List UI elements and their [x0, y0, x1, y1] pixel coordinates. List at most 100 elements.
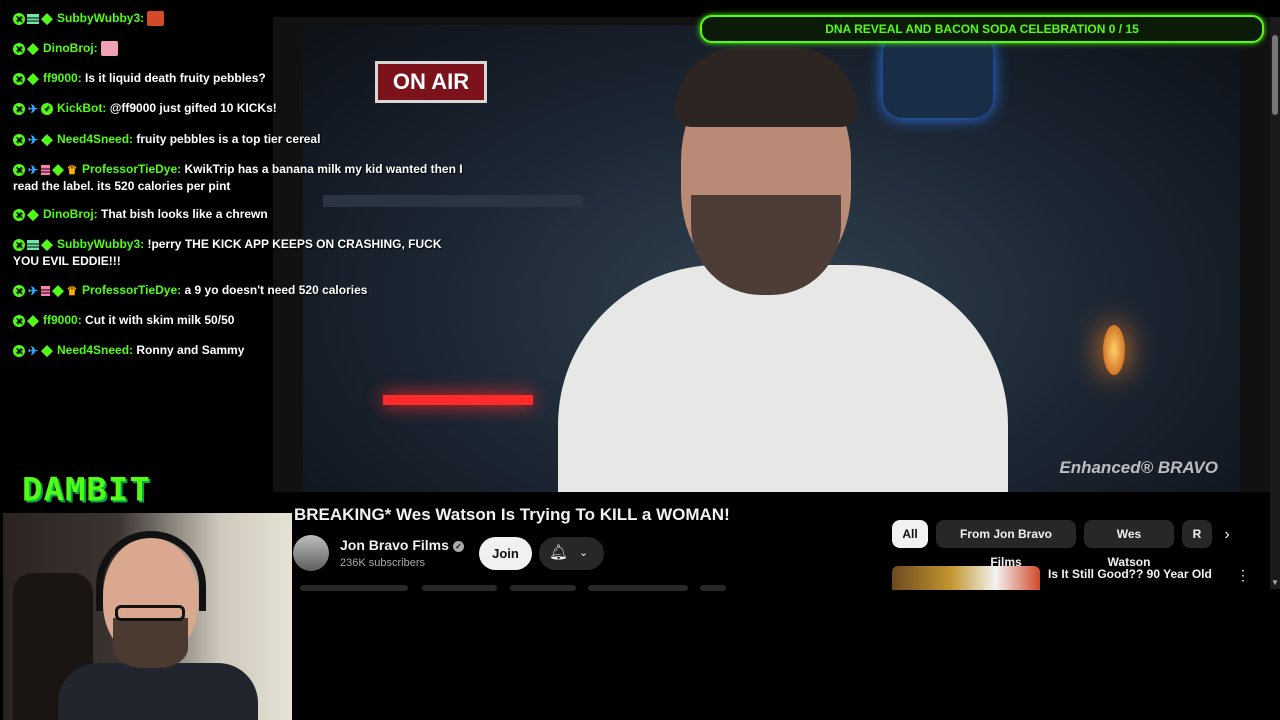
- mod-badge-icon: ✕: [13, 43, 25, 56]
- vip-badge-icon: [27, 240, 39, 251]
- presenter-body: [558, 265, 1008, 492]
- chat-badges: ✕ ✈: [13, 342, 55, 359]
- chat-username[interactable]: Need4Sneed:: [57, 132, 133, 146]
- pig-emote: [101, 41, 118, 57]
- chat-username[interactable]: DinoBroj:: [43, 41, 98, 55]
- chat-username[interactable]: SubbyWubby3:: [57, 237, 144, 251]
- og-badge-icon: ✈: [27, 344, 39, 359]
- sub-badge-icon: [27, 43, 39, 56]
- scrollbar-thumb[interactable]: [1272, 35, 1278, 115]
- chat-badges: ✕: [13, 40, 41, 57]
- action-placeholder: [300, 585, 408, 591]
- channel-name-text[interactable]: Jon Bravo Films: [340, 537, 449, 553]
- sub-badge-icon: [27, 73, 39, 86]
- mod-badge-icon: ✕: [13, 315, 25, 328]
- crown-icon: ♛: [66, 284, 78, 299]
- chat-text: Cut it with skim milk 50/50: [85, 313, 235, 327]
- chat-message: ✕ ✈ ♛ ProfessorTieDye: a 9 yo doesn't need …: [13, 282, 468, 299]
- sub-badge-icon: [41, 345, 53, 358]
- chip-truncated[interactable]: R: [1182, 520, 1212, 548]
- chat-username[interactable]: ff9000:: [43, 71, 82, 85]
- chat-badges: ✕: [13, 312, 41, 329]
- recommended-title[interactable]: Is It Still Good?? 90 Year Old: [1048, 566, 1228, 590]
- scroll-down-icon[interactable]: ▼: [1270, 578, 1280, 590]
- channel-name[interactable]: Jon Bravo Films ✓: [340, 535, 464, 555]
- mod-badge-icon: ✕: [13, 164, 25, 177]
- action-placeholder: [588, 585, 688, 591]
- verified-badge-icon: ✓: [41, 103, 53, 116]
- chat-username[interactable]: SubbyWubby3:: [57, 11, 144, 25]
- chat-message: ✕ DinoBroj:: [13, 40, 468, 57]
- chat-text: fruity pebbles is a top tier cereal: [136, 132, 321, 146]
- chat-username[interactable]: Need4Sneed:: [57, 343, 133, 357]
- mod-badge-icon: ✕: [13, 345, 25, 358]
- video-title: BREAKING* Wes Watson Is Trying To KILL a…: [294, 505, 730, 524]
- channel-avatar[interactable]: [293, 535, 329, 571]
- bell-icon: 🔔︎: [549, 544, 569, 561]
- crown-icon: ♛: [66, 163, 78, 178]
- chat-message: ✕ ✈ ♛ ProfessorTieDye: KwikTrip has a banan…: [13, 161, 468, 195]
- lamp: [1103, 325, 1125, 375]
- mod-badge-icon: ✕: [13, 209, 25, 222]
- mod-badge-icon: ✕: [13, 103, 25, 116]
- og-badge-icon: ✈: [27, 133, 39, 148]
- gift-badge-icon: [41, 165, 50, 176]
- chip-all[interactable]: All: [892, 520, 928, 548]
- chat-badges: ✕: [13, 10, 55, 27]
- more-options-icon[interactable]: ⋮: [1236, 566, 1250, 584]
- vip-badge-icon: [27, 14, 39, 25]
- chat-overlay: ✕ SubbyWubby3: ✕ DinoBroj: ✕ ff9000: Is it …: [0, 0, 470, 380]
- chat-text: a 9 yo doesn't need 520 calories: [184, 283, 368, 297]
- subscriber-count: 236K subscribers: [340, 557, 425, 569]
- chat-badges: ✕: [13, 206, 41, 223]
- og-badge-icon: ✈: [27, 163, 39, 178]
- chat-text: Is it liquid death fruity pebbles?: [85, 71, 266, 85]
- chat-message: ✕ ✈ Need4Sneed: Ronny and Sammy: [13, 342, 468, 359]
- recommended-thumbnail[interactable]: [892, 566, 1040, 590]
- webcam-person-body: [58, 663, 258, 720]
- chat-badges: ✕: [13, 236, 55, 253]
- chat-message: ✕ ✈ Need4Sneed: fruity pebbles is a top ti…: [13, 131, 468, 148]
- mod-badge-icon: ✕: [13, 13, 25, 26]
- sub-badge-icon: [41, 13, 53, 26]
- chat-badges: ✕: [13, 70, 41, 87]
- webcam-feed: [3, 513, 292, 720]
- chip-from-channel[interactable]: From Jon Bravo Films: [936, 520, 1076, 569]
- mod-badge-icon: ✕: [13, 239, 25, 252]
- sub-badge-icon: [27, 315, 39, 328]
- neon-sign: [883, 33, 993, 118]
- og-badge-icon: ✈: [27, 284, 39, 299]
- notifications-button[interactable]: 🔔︎ ⌄: [539, 537, 604, 570]
- chat-username[interactable]: DinoBroj:: [43, 207, 98, 221]
- chat-text: KwikTrip has a banana milk my kid wanted…: [13, 162, 463, 194]
- cat-emote: [147, 11, 165, 27]
- action-placeholder: [510, 585, 576, 591]
- chevron-right-icon[interactable]: ›: [1216, 524, 1238, 546]
- mod-badge-icon: ✕: [13, 285, 25, 298]
- chip-wes-watson[interactable]: Wes Watson: [1084, 520, 1174, 569]
- action-placeholder: [700, 585, 726, 591]
- chat-message: ✕ ✈ ✓ KickBot: @ff9000 just gifted 10 KICKs…: [13, 100, 468, 117]
- chat-username[interactable]: KickBot:: [57, 101, 106, 115]
- chat-badges: ✕ ✈ ♛: [13, 282, 80, 299]
- webcam-headset: [96, 531, 206, 611]
- og-badge-icon: ✈: [27, 102, 39, 117]
- chevron-down-icon: ⌄: [579, 547, 589, 559]
- chat-message: ✕ SubbyWubby3: !perry THE KICK APP KEEPS …: [13, 236, 468, 270]
- sub-badge-icon: [52, 285, 64, 298]
- stream-logo: DAMBIT: [22, 471, 151, 509]
- chat-message: ✕ ff9000: Cut it with skim milk 50/50: [13, 312, 468, 329]
- sub-badge-icon: [52, 164, 64, 177]
- chat-username[interactable]: ff9000:: [43, 313, 82, 327]
- chat-username[interactable]: ProfessorTieDye:: [82, 162, 181, 176]
- presenter-hair: [675, 47, 857, 127]
- sub-badge-icon: [41, 134, 53, 147]
- join-button[interactable]: Join: [479, 537, 532, 570]
- mod-badge-icon: ✕: [13, 134, 25, 147]
- chat-username[interactable]: ProfessorTieDye:: [82, 283, 181, 297]
- chat-message: ✕ SubbyWubby3:: [13, 10, 468, 27]
- chat-message: ✕ ff9000: Is it liquid death fruity pebbl…: [13, 70, 468, 87]
- sub-badge-icon: [41, 239, 53, 252]
- webcam-person-beard: [113, 618, 188, 668]
- chat-text: Ronny and Sammy: [136, 343, 245, 357]
